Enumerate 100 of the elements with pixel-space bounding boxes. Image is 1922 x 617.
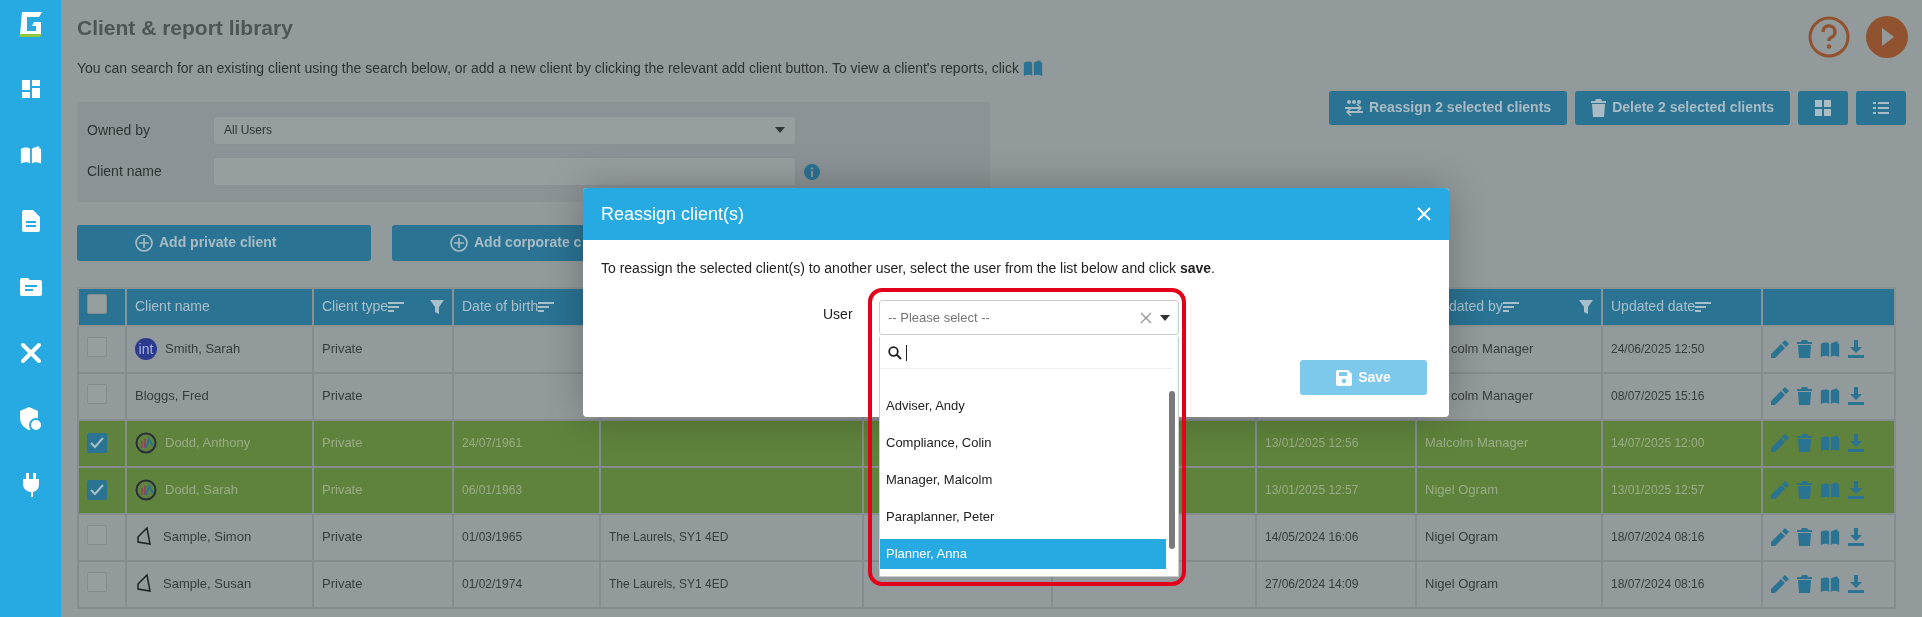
download-icon[interactable] xyxy=(1848,387,1864,405)
plus-circle-icon xyxy=(135,233,153,252)
dashboard-icon[interactable] xyxy=(20,79,41,99)
book-icon[interactable] xyxy=(1820,434,1840,452)
user-option[interactable]: Paraplanner, Peter xyxy=(880,502,1166,532)
floppy-icon xyxy=(1336,369,1353,386)
table-cell-text: colm Manager xyxy=(1450,387,1534,406)
add-private-button[interactable]: Add private client xyxy=(77,224,371,261)
table-cell: Private xyxy=(322,482,363,498)
pencil-icon[interactable] xyxy=(1771,434,1789,452)
search-icon xyxy=(888,345,902,360)
sort-icon[interactable] xyxy=(388,300,405,313)
pencil-icon[interactable] xyxy=(1771,528,1789,546)
sort-icon[interactable] xyxy=(538,300,555,313)
page-title: Client & report library xyxy=(77,15,294,41)
trash-icon[interactable] xyxy=(1797,575,1812,593)
pencil-icon[interactable] xyxy=(1771,575,1789,593)
dialog-title: Reassign client(s) xyxy=(601,202,745,226)
trash-icon[interactable] xyxy=(1797,387,1812,405)
scrollbar[interactable] xyxy=(1169,391,1175,549)
filter-icon[interactable] xyxy=(430,299,444,314)
table-cell-text: Nigel Ogram xyxy=(1425,528,1498,547)
sort-icon[interactable] xyxy=(1695,300,1712,313)
play-icon[interactable] xyxy=(1866,16,1908,58)
sort-icon[interactable] xyxy=(1502,300,1519,313)
tools-icon[interactable] xyxy=(19,342,42,364)
pencil-icon[interactable] xyxy=(1771,387,1789,405)
table-cell: Private xyxy=(322,576,363,592)
download-icon[interactable] xyxy=(1848,481,1864,499)
trash-icon[interactable] xyxy=(1591,98,1607,117)
book-icon[interactable] xyxy=(1820,481,1840,499)
book-icon[interactable] xyxy=(1820,575,1840,593)
client-name: Dodd, Anthony xyxy=(165,434,251,453)
help-icon[interactable] xyxy=(1808,16,1850,58)
row-checkbox[interactable] xyxy=(87,432,107,453)
view-button[interactable] xyxy=(1798,90,1848,125)
table-cell-text: Nigel Ogram xyxy=(1425,575,1498,594)
owner-select[interactable]: All Users xyxy=(213,115,796,145)
table-cell: 14/05/2024 16:06 xyxy=(1265,530,1359,544)
table-cell: Private xyxy=(322,529,363,545)
avatar: int xyxy=(135,338,157,360)
book-icon[interactable] xyxy=(1820,387,1840,405)
table-cell: 01/02/1974 xyxy=(462,577,523,591)
check-icon xyxy=(90,436,104,449)
column-header[interactable]: dated by xyxy=(1449,296,1503,317)
table-cell: 14/07/2025 12:00 xyxy=(1611,436,1705,450)
close-icon[interactable] xyxy=(1417,207,1431,221)
list-icon xyxy=(1873,101,1889,114)
user-option[interactable]: Planner, Anna xyxy=(880,539,1166,569)
folder-icon[interactable] xyxy=(19,278,42,296)
check-icon xyxy=(90,483,104,496)
user-option[interactable]: Manager, Malcolm xyxy=(880,465,1166,495)
table-cell-text: Nigel Ogram xyxy=(1425,481,1498,500)
pencil-icon[interactable] xyxy=(1771,481,1789,499)
book-icon[interactable] xyxy=(1820,340,1840,358)
clear-icon[interactable] xyxy=(1140,311,1152,324)
plus-circle-icon xyxy=(450,233,468,252)
download-icon[interactable] xyxy=(1848,528,1864,546)
info-icon[interactable] xyxy=(804,163,820,180)
select-all-checkbox[interactable] xyxy=(87,293,107,314)
download-icon[interactable] xyxy=(1848,434,1864,452)
view-button[interactable] xyxy=(1856,90,1906,125)
table-cell: Private xyxy=(322,435,363,451)
download-icon[interactable] xyxy=(1848,340,1864,358)
client-name: Smith, Sarah xyxy=(165,340,241,359)
text-cursor xyxy=(906,344,907,361)
dialog-message: To reassign the selected client(s) to another user, select the user from the list below and click save. xyxy=(601,260,1215,276)
reassign-button[interactable]: Reassign 2 selected clients xyxy=(1329,90,1568,125)
table-cell: 13/01/2025 12:57 xyxy=(1611,483,1705,497)
field-label: User xyxy=(823,305,853,324)
table-cell: The Laurels, SY1 4ED xyxy=(609,530,729,544)
reassign-icon xyxy=(1345,99,1364,116)
trash-icon[interactable] xyxy=(1797,434,1812,452)
chart-logo-icon xyxy=(135,479,157,501)
table-cell: 13/01/2025 12:57 xyxy=(1265,483,1359,497)
download-icon[interactable] xyxy=(1848,575,1864,593)
description-text: You can search for an existing client using the search below, or add a new client by clicking the relevant add client button. To view a client's reports, click xyxy=(77,58,1019,78)
client-name-field[interactable] xyxy=(213,156,796,186)
table-cell: Private xyxy=(322,388,363,404)
filter-icon[interactable] xyxy=(1579,299,1593,314)
trash-icon[interactable] xyxy=(1797,528,1812,546)
user-select[interactable]: -- Please select -- xyxy=(879,300,1179,335)
caret-icon xyxy=(1160,314,1170,321)
document-icon[interactable] xyxy=(21,210,40,232)
plug-icon[interactable] xyxy=(21,473,40,497)
table-cell: 18/07/2024 08:16 xyxy=(1611,530,1705,544)
book-icon[interactable] xyxy=(1023,59,1043,77)
delete-button[interactable]: Delete 2 selected clients xyxy=(1575,90,1790,125)
row-checkbox[interactable] xyxy=(87,479,107,500)
book-icon[interactable] xyxy=(1820,528,1840,546)
trash-icon[interactable] xyxy=(1797,481,1812,499)
pencil-icon[interactable] xyxy=(1771,340,1789,358)
grid-icon xyxy=(1815,99,1831,116)
shield-icon[interactable] xyxy=(19,407,42,431)
user-option[interactable]: Adviser, Andy xyxy=(880,391,1166,421)
client-name: Dodd, Sarah xyxy=(165,481,238,500)
table-cell: 27/06/2024 14:09 xyxy=(1265,577,1359,591)
trash-icon[interactable] xyxy=(1797,340,1812,358)
book-icon[interactable] xyxy=(19,145,42,165)
user-option[interactable]: Compliance, Colin xyxy=(880,428,1166,458)
